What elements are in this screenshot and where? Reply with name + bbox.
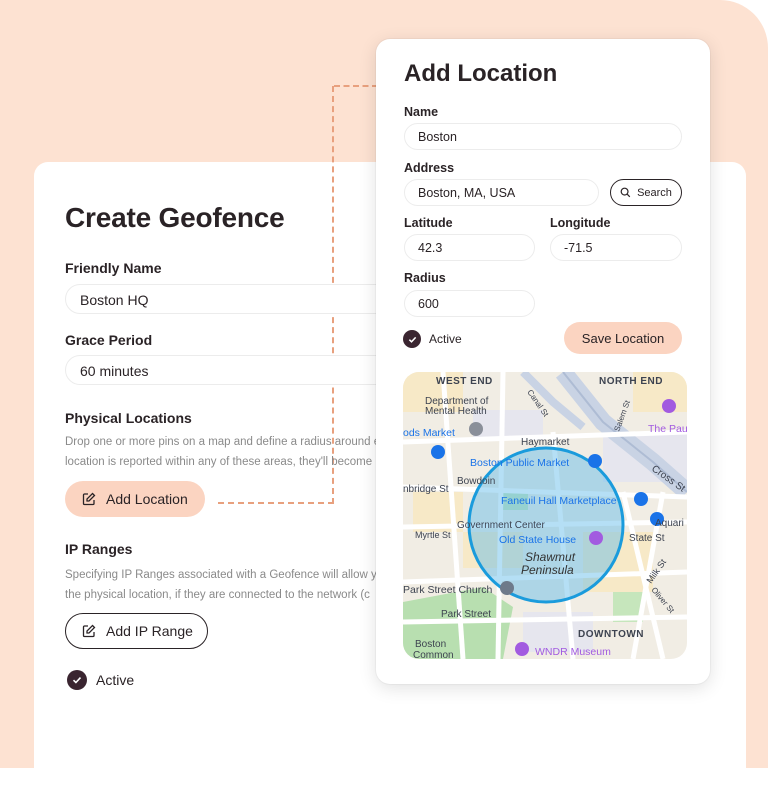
ip-ranges-help: Specifying IP Ranges associated with a G… (65, 565, 395, 605)
help-line: the physical location, if they are conne… (65, 589, 370, 601)
page-title: Create Geofence (65, 202, 285, 233)
map-label: Bowdoin (457, 476, 495, 487)
search-label: Search (637, 186, 672, 199)
map-label: DOWNTOWN (578, 629, 644, 640)
checkmark-icon (403, 330, 421, 348)
map-label: Peninsula (521, 563, 574, 577)
map-label: NORTH END (599, 376, 663, 387)
physical-locations-help: Drop one or more pins on a map and defin… (65, 432, 395, 472)
friendly-name-input[interactable]: Boston HQ (65, 284, 405, 314)
edit-icon (82, 624, 96, 638)
name-input[interactable]: Boston (404, 123, 682, 150)
search-button[interactable]: Search (610, 179, 682, 206)
grace-period-label: Grace Period (65, 332, 153, 348)
add-location-button[interactable]: Add Location (65, 481, 205, 517)
map-label: Shawmut (525, 550, 576, 564)
modal-active-label: Active (429, 332, 462, 346)
radius-label: Radius (404, 271, 446, 285)
map-label: Old State House (499, 534, 576, 546)
map-label: Boston Public Market (470, 457, 569, 469)
add-location-label: Add Location (106, 491, 188, 507)
help-line: Drop one or more pins on a map and defin… (65, 436, 381, 448)
map-label: Government Center (457, 520, 545, 531)
map-label: Boston (415, 639, 446, 650)
modal-title: Add Location (404, 60, 558, 87)
longitude-label: Longitude (550, 216, 611, 230)
active-checkbox[interactable]: Active (67, 670, 134, 690)
name-label: Name (404, 105, 439, 119)
map-label: Myrtle St (415, 530, 451, 540)
modal-active-checkbox[interactable]: Active (403, 330, 462, 348)
connector-line-top (334, 85, 378, 87)
active-label: Active (96, 672, 135, 688)
latitude-input[interactable]: 42.3 (404, 234, 535, 261)
edit-icon (82, 492, 96, 506)
address-input[interactable]: Boston, MA, USA (404, 179, 599, 206)
physical-locations-label: Physical Locations (65, 410, 192, 426)
map-label: ods Market (403, 427, 455, 439)
add-ip-range-button[interactable]: Add IP Range (65, 613, 208, 649)
map-label: Faneuil Hall Marketplace (501, 495, 617, 507)
ip-ranges-label: IP Ranges (65, 541, 133, 557)
map-label: State St (629, 533, 665, 544)
location-map[interactable]: WEST END NORTH END Department of Mental … (403, 372, 687, 659)
latitude-label: Latitude (404, 216, 453, 230)
checkmark-icon (67, 670, 87, 690)
address-label: Address (404, 161, 455, 175)
map-label: WEST END (436, 376, 493, 387)
help-line: location is reported within any of these… (65, 456, 373, 468)
map-label: Park Street (441, 609, 491, 620)
grace-period-input[interactable]: 60 minutes (65, 355, 405, 385)
map-label: The Pau (648, 423, 687, 435)
map-label: Haymarket (521, 437, 570, 448)
radius-input[interactable]: 600 (404, 290, 535, 317)
connector-line-bottom (218, 502, 334, 504)
search-icon (620, 187, 631, 198)
help-line: Specifying IP Ranges associated with a G… (65, 569, 377, 581)
map-label: WNDR Museum (535, 646, 611, 658)
map-label: Mental Health (425, 406, 487, 417)
add-ip-range-label: Add IP Range (106, 623, 193, 639)
longitude-input[interactable]: -71.5 (550, 234, 682, 261)
map-label: Aquari (655, 518, 684, 529)
map-label: nbridge St (403, 484, 449, 495)
map-label: Common (413, 650, 454, 659)
save-location-button[interactable]: Save Location (564, 322, 682, 354)
friendly-name-label: Friendly Name (65, 260, 162, 276)
map-label: Park Street Church (403, 584, 492, 596)
